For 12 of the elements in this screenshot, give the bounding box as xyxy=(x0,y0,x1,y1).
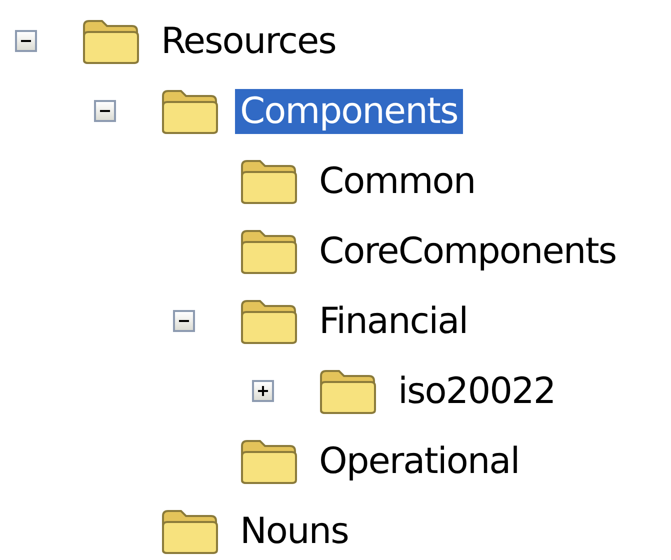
tree-item[interactable]: Common xyxy=(314,158,480,204)
tree-item[interactable]: Nouns xyxy=(235,508,354,554)
expand-button[interactable] xyxy=(252,380,274,402)
tree-item[interactable]: iso20022 xyxy=(393,368,560,414)
collapse-button[interactable] xyxy=(173,310,195,332)
collapse-button[interactable] xyxy=(15,30,37,52)
tree-item[interactable]: CoreComponents xyxy=(314,228,622,274)
tree-item[interactable]: Resources xyxy=(156,18,341,64)
tree-item[interactable]: Components xyxy=(235,88,463,134)
collapse-button[interactable] xyxy=(94,100,116,122)
tree-item[interactable]: Operational xyxy=(314,438,524,484)
tree-item[interactable]: Financial xyxy=(314,298,473,344)
